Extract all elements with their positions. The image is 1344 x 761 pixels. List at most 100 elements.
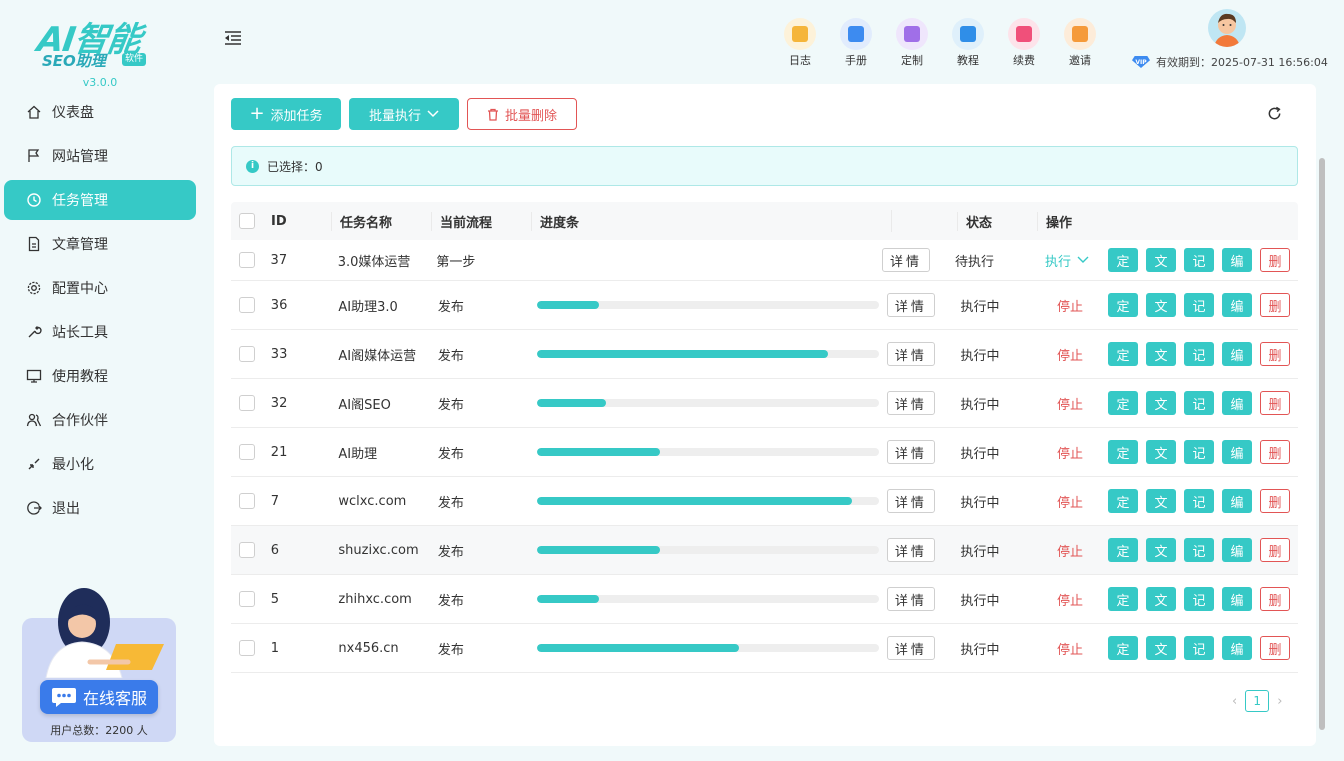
prev-page-icon[interactable]: ‹	[1232, 694, 1237, 709]
op-log-button[interactable]: 记	[1184, 489, 1215, 513]
sidebar-item-8[interactable]: 最小化	[4, 444, 196, 484]
stop-button[interactable]: 停止	[1032, 394, 1108, 413]
op-del-button[interactable]: 删	[1260, 636, 1291, 660]
op-set-button[interactable]: 定	[1108, 293, 1139, 317]
op-edit-button[interactable]: 编	[1222, 440, 1253, 464]
op-set-button[interactable]: 定	[1108, 391, 1139, 415]
op-log-button[interactable]: 记	[1183, 248, 1214, 272]
row-checkbox[interactable]	[239, 591, 255, 607]
add-task-button[interactable]: + 添加任务	[231, 98, 341, 130]
op-set-button[interactable]: 定	[1108, 440, 1139, 464]
sidebar-item-5[interactable]: 站长工具	[4, 312, 196, 352]
stop-button[interactable]: 停止	[1032, 443, 1108, 462]
op-text-button[interactable]: 文	[1146, 538, 1177, 562]
detail-button[interactable]: 详情	[886, 538, 935, 562]
sidebar-item-4[interactable]: 配置中心	[4, 268, 196, 308]
op-del-button[interactable]: 删	[1259, 248, 1290, 272]
stop-button[interactable]: 停止	[1032, 590, 1108, 609]
batch-delete-button[interactable]: 批量删除	[467, 98, 577, 130]
stop-button[interactable]: 停止	[1032, 345, 1108, 364]
op-log-button[interactable]: 记	[1184, 293, 1215, 317]
op-log-button[interactable]: 记	[1184, 538, 1215, 562]
op-edit-button[interactable]: 编	[1221, 248, 1252, 272]
op-set-button[interactable]: 定	[1108, 587, 1139, 611]
op-text-button[interactable]: 文	[1146, 391, 1177, 415]
stop-button[interactable]: 停止	[1032, 296, 1108, 315]
row-checkbox[interactable]	[239, 297, 255, 313]
detail-button[interactable]: 详情	[886, 293, 935, 317]
sidebar-item-2[interactable]: 任务管理	[4, 180, 196, 220]
op-set-button[interactable]: 定	[1108, 342, 1139, 366]
batch-execute-button[interactable]: 批量执行	[349, 98, 459, 130]
row-checkbox[interactable]	[239, 542, 255, 558]
op-del-button[interactable]: 删	[1260, 587, 1291, 611]
row-checkbox[interactable]	[239, 640, 255, 656]
op-del-button[interactable]: 删	[1260, 342, 1291, 366]
header-tool-2[interactable]: 定制	[884, 18, 940, 68]
stop-button[interactable]: 停止	[1032, 541, 1108, 560]
op-del-button[interactable]: 删	[1260, 293, 1291, 317]
op-text-button[interactable]: 文	[1146, 342, 1177, 366]
collapse-sidebar-icon[interactable]	[224, 30, 242, 46]
page-number[interactable]: 1	[1245, 690, 1270, 712]
op-log-button[interactable]: 记	[1184, 587, 1215, 611]
row-checkbox[interactable]	[239, 346, 255, 362]
sidebar-item-7[interactable]: 合作伙伴	[4, 400, 196, 440]
row-checkbox[interactable]	[239, 444, 255, 460]
refresh-icon[interactable]	[1267, 106, 1282, 121]
sidebar-item-9[interactable]: 退出	[4, 488, 196, 528]
stop-button[interactable]: 停止	[1032, 492, 1108, 511]
op-edit-button[interactable]: 编	[1222, 587, 1253, 611]
header-tool-5[interactable]: 邀请	[1052, 18, 1108, 68]
row-checkbox[interactable]	[239, 493, 255, 509]
op-edit-button[interactable]: 编	[1222, 489, 1253, 513]
detail-button[interactable]: 详情	[881, 248, 930, 272]
op-edit-button[interactable]: 编	[1222, 538, 1253, 562]
header-tool-0[interactable]: 日志	[772, 18, 828, 68]
next-page-icon[interactable]: ›	[1277, 694, 1282, 709]
detail-button[interactable]: 详情	[886, 342, 935, 366]
scrollbar-thumb[interactable]	[1319, 158, 1325, 730]
op-log-button[interactable]: 记	[1184, 636, 1215, 660]
op-del-button[interactable]: 删	[1260, 440, 1291, 464]
header-tool-1[interactable]: 手册	[828, 18, 884, 68]
row-checkbox[interactable]	[239, 395, 255, 411]
sidebar-item-3[interactable]: 文章管理	[4, 224, 196, 264]
header-tool-4[interactable]: 续费	[996, 18, 1052, 68]
detail-button[interactable]: 详情	[886, 440, 935, 464]
op-log-button[interactable]: 记	[1184, 440, 1215, 464]
execute-button[interactable]: 执行	[1026, 251, 1108, 270]
sidebar-item-1[interactable]: 网站管理	[4, 136, 196, 176]
sidebar-item-0[interactable]: 仪表盘	[4, 92, 196, 132]
op-log-button[interactable]: 记	[1184, 391, 1215, 415]
sidebar-item-6[interactable]: 使用教程	[4, 356, 196, 396]
stop-button[interactable]: 停止	[1032, 639, 1108, 658]
op-text-button[interactable]: 文	[1145, 248, 1176, 272]
select-all-checkbox[interactable]	[239, 213, 255, 229]
op-text-button[interactable]: 文	[1146, 636, 1177, 660]
op-set-button[interactable]: 定	[1107, 248, 1138, 272]
user-avatar[interactable]	[1208, 9, 1246, 47]
op-del-button[interactable]: 删	[1260, 489, 1291, 513]
op-set-button[interactable]: 定	[1108, 489, 1139, 513]
op-text-button[interactable]: 文	[1146, 489, 1177, 513]
op-set-button[interactable]: 定	[1108, 636, 1139, 660]
detail-button[interactable]: 详情	[886, 391, 935, 415]
op-log-button[interactable]: 记	[1184, 342, 1215, 366]
op-edit-button[interactable]: 编	[1222, 636, 1253, 660]
header-tool-3[interactable]: 教程	[940, 18, 996, 68]
op-text-button[interactable]: 文	[1146, 293, 1177, 317]
row-checkbox[interactable]	[239, 252, 255, 268]
op-del-button[interactable]: 删	[1260, 391, 1291, 415]
online-support-button[interactable]: 在线客服	[40, 680, 158, 714]
op-text-button[interactable]: 文	[1146, 587, 1177, 611]
detail-button[interactable]: 详情	[886, 587, 935, 611]
op-text-button[interactable]: 文	[1146, 440, 1177, 464]
op-set-button[interactable]: 定	[1108, 538, 1139, 562]
detail-button[interactable]: 详情	[886, 489, 935, 513]
detail-button[interactable]: 详情	[886, 636, 935, 660]
op-edit-button[interactable]: 编	[1222, 391, 1253, 415]
op-del-button[interactable]: 删	[1260, 538, 1291, 562]
op-edit-button[interactable]: 编	[1222, 342, 1253, 366]
op-edit-button[interactable]: 编	[1222, 293, 1253, 317]
